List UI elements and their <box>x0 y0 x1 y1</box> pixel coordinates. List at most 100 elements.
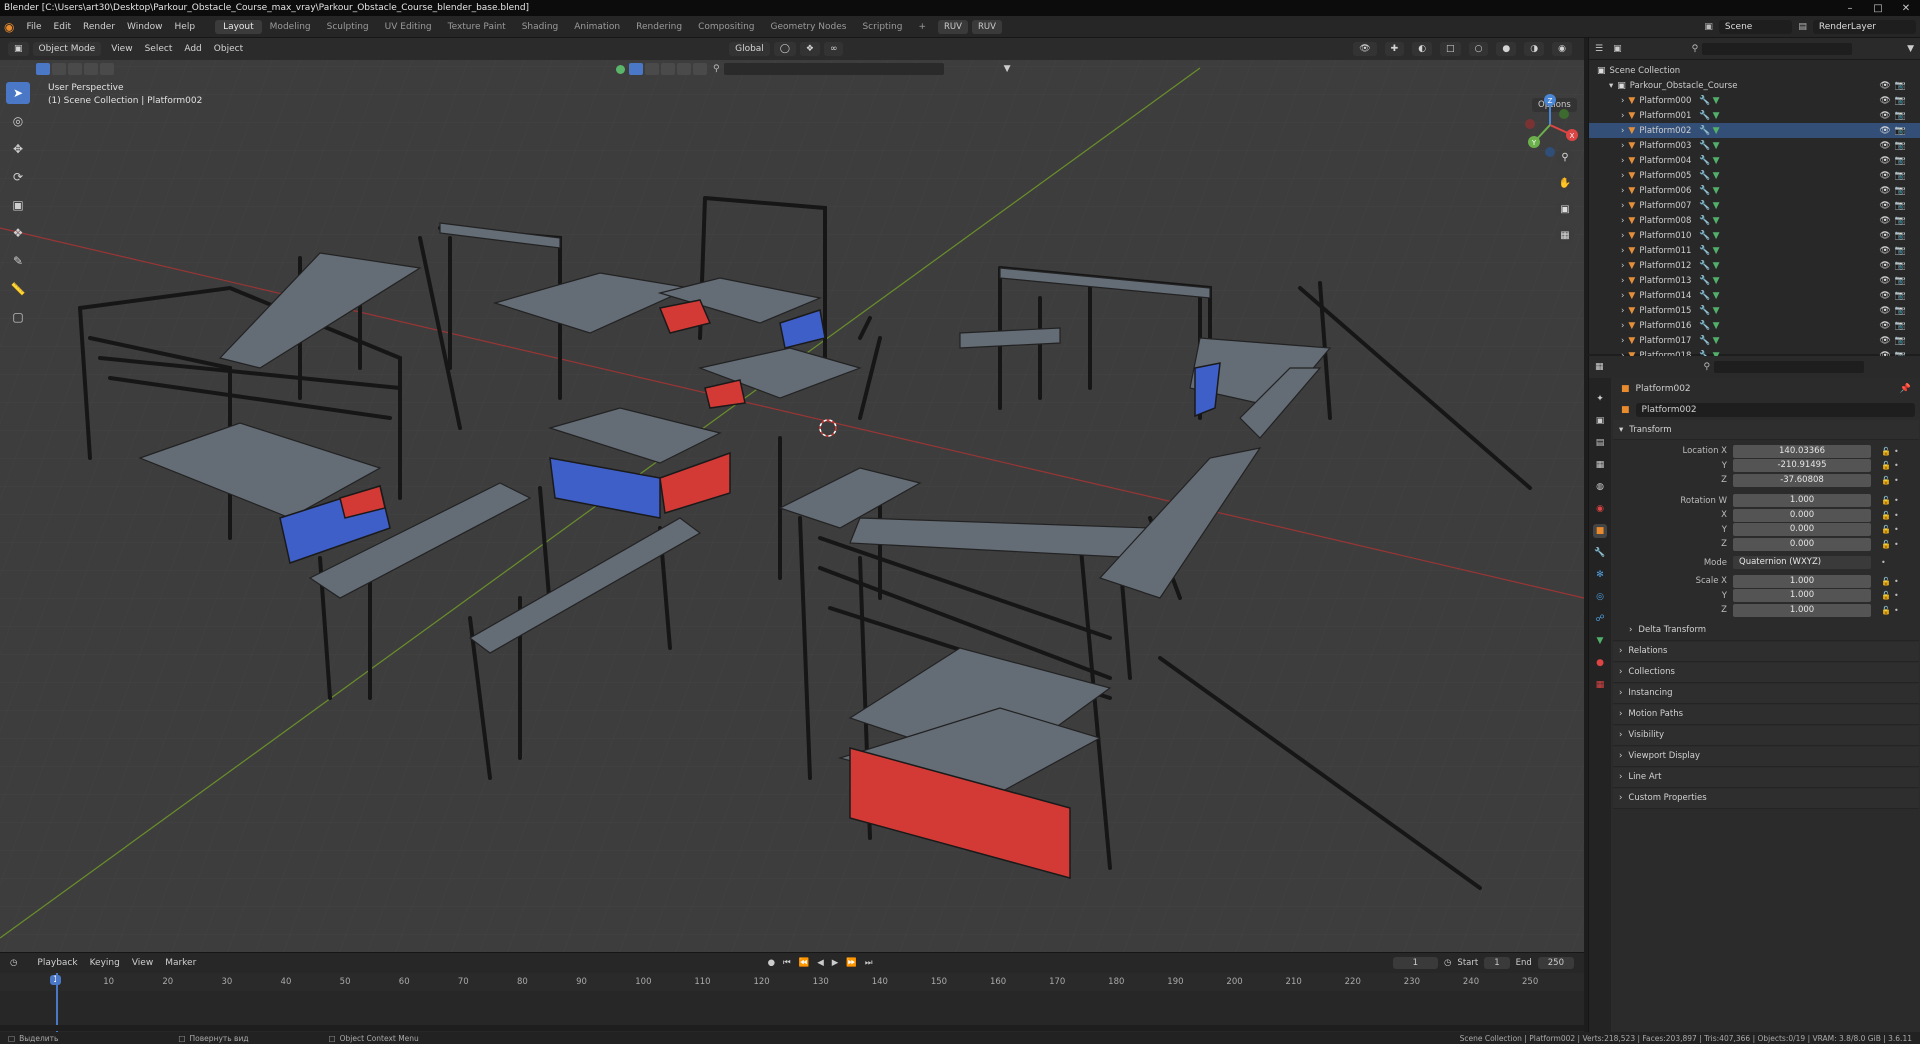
modifier-icon[interactable]: 🔧 <box>1699 156 1710 166</box>
modifier-icon[interactable]: 🔧 <box>1699 126 1710 136</box>
select-new-icon[interactable] <box>36 63 50 75</box>
modifier-icon[interactable]: 🔧 <box>1699 291 1710 301</box>
timeline-ruler[interactable]: 1102030405060708090100110120130140150160… <box>0 973 1584 991</box>
visibility-icons[interactable]: 👁📷 <box>1879 276 1910 286</box>
mesh-data-icon[interactable]: ▼ <box>1713 276 1720 286</box>
panel-motion-paths[interactable]: › Motion Paths <box>1613 704 1919 725</box>
workspace-tab-geometry-nodes[interactable]: Geometry Nodes <box>763 20 855 34</box>
measure-tool-icon[interactable]: 📏 <box>6 278 30 300</box>
visibility-icons[interactable]: 👁📷 <box>1879 126 1910 136</box>
rotation-mode-select[interactable]: Quaternion (WXYZ) <box>1733 556 1871 570</box>
lock-icon[interactable]: 🔓• <box>1881 591 1902 600</box>
modifier-icon[interactable]: 🔧 <box>1699 261 1710 271</box>
output-tab-icon[interactable]: ▤ <box>1593 436 1607 450</box>
panel-instancing[interactable]: › Instancing <box>1613 683 1919 704</box>
lock-icon[interactable]: 🔓• <box>1881 525 1902 534</box>
snap-icon[interactable]: ❖ <box>799 42 820 56</box>
viewport-search-icon[interactable]: ⚲ <box>713 64 720 74</box>
filter-mesh-icon[interactable] <box>629 63 643 75</box>
lock-icon[interactable]: 🔓• <box>1881 461 1902 470</box>
outliner-item[interactable]: › ▼ Platform007 🔧 ▼ 👁📷 <box>1589 198 1920 213</box>
maximize-icon[interactable]: □ <box>1864 3 1892 14</box>
render-tab-icon[interactable]: ▣ <box>1593 414 1607 428</box>
location-z-field[interactable]: -37.60808 <box>1733 473 1871 487</box>
panel-collections[interactable]: › Collections <box>1613 662 1919 683</box>
record-icon[interactable]: ● <box>768 958 775 968</box>
mesh-data-icon[interactable]: ▼ <box>1713 201 1720 211</box>
annotate-tool-icon[interactable]: ✎ <box>6 250 30 272</box>
select-invert-icon[interactable] <box>84 63 98 75</box>
filter-other-icon[interactable] <box>693 63 707 75</box>
viewport-scene[interactable] <box>0 38 1584 952</box>
workspace-tab-modeling[interactable]: Modeling <box>262 20 319 34</box>
mesh-data-icon[interactable]: ▼ <box>1713 171 1720 181</box>
select-subtract-icon[interactable] <box>68 63 82 75</box>
shading-rendered-icon[interactable]: ◉ <box>1552 42 1572 56</box>
expand-chevron-icon[interactable]: › <box>1621 216 1624 226</box>
outliner-item[interactable]: › ▼ Platform011 🔧 ▼ 👁📷 <box>1589 243 1920 258</box>
proportional-icon[interactable]: ∞ <box>823 42 844 56</box>
play-icon[interactable]: ▶ <box>832 958 839 968</box>
visibility-icons[interactable]: 👁📷 <box>1879 81 1910 91</box>
visibility-icons[interactable]: 👁📷 <box>1879 261 1910 271</box>
expand-chevron-icon[interactable]: › <box>1621 96 1624 106</box>
mesh-data-icon[interactable]: ▼ <box>1713 111 1720 121</box>
object-tab-icon[interactable]: ■ <box>1593 524 1607 538</box>
properties-search-icon[interactable]: ⚲ <box>1704 362 1711 372</box>
panel-line-art[interactable]: › Line Art <box>1613 767 1919 788</box>
visibility-icons[interactable]: 👁📷 <box>1879 306 1910 316</box>
visibility-icons[interactable]: 👁📷 <box>1879 141 1910 151</box>
constraints-tab-icon[interactable]: ☍ <box>1593 612 1607 626</box>
menu-render[interactable]: Render <box>77 22 121 32</box>
scene-tab-icon[interactable]: ◍ <box>1593 480 1607 494</box>
visibility-icons[interactable]: 👁📷 <box>1879 96 1910 106</box>
select-tool-icon[interactable]: ➤ <box>6 82 30 104</box>
outliner-item[interactable]: › ▼ Platform013 🔧 ▼ 👁📷 <box>1589 273 1920 288</box>
texture-tab-icon[interactable]: ▦ <box>1593 678 1607 692</box>
expand-chevron-icon[interactable]: › <box>1621 231 1624 241</box>
world-tab-icon[interactable]: ◉ <box>1593 502 1607 516</box>
object-name-field[interactable]: Platform002 <box>1635 403 1915 417</box>
minimize-icon[interactable]: – <box>1836 3 1864 14</box>
outliner-item[interactable]: › ▼ Platform002 🔧 ▼ 👁📷 <box>1589 123 1920 138</box>
expand-chevron-icon[interactable]: › <box>1621 321 1624 331</box>
visibility-icon[interactable]: 👁 <box>1353 42 1377 56</box>
clock-icon[interactable]: ◷ <box>1444 958 1451 968</box>
filter-light-icon[interactable] <box>661 63 675 75</box>
panel-relations[interactable]: › Relations <box>1613 641 1919 662</box>
outliner-item[interactable]: › ▼ Platform005 🔧 ▼ 👁📷 <box>1589 168 1920 183</box>
location-y-field[interactable]: -210.91495 <box>1733 459 1871 473</box>
outliner-item[interactable]: › ▼ Platform010 🔧 ▼ 👁📷 <box>1589 228 1920 243</box>
visibility-icons[interactable]: 👁📷 <box>1879 201 1910 211</box>
view-layer-tab-icon[interactable]: ▦ <box>1593 458 1607 472</box>
menu-file[interactable]: File <box>20 22 47 32</box>
lock-icon[interactable]: 🔓• <box>1881 606 1902 615</box>
modifier-icon[interactable]: 🔧 <box>1699 111 1710 121</box>
material-tab-icon[interactable]: ● <box>1593 656 1607 670</box>
mesh-data-icon[interactable]: ▼ <box>1713 141 1720 151</box>
visibility-icons[interactable]: 👁📷 <box>1879 336 1910 346</box>
outliner-search-field[interactable] <box>1702 42 1853 55</box>
shading-material-icon[interactable]: ◑ <box>1524 42 1545 56</box>
workspace-tab-animation[interactable]: Animation <box>566 20 628 34</box>
mode-selector[interactable]: Object Mode <box>32 42 102 56</box>
camera-view-icon[interactable]: ▣ <box>1556 200 1574 218</box>
rotate-tool-icon[interactable]: ⟳ <box>6 166 30 188</box>
visibility-icons[interactable]: 👁📷 <box>1879 186 1910 196</box>
panel-visibility[interactable]: › Visibility <box>1613 725 1919 746</box>
filter-empty-icon[interactable] <box>677 63 691 75</box>
outliner-item[interactable]: › ▼ Platform017 🔧 ▼ 👁📷 <box>1589 333 1920 348</box>
editor-type-icon[interactable]: ▣ <box>8 42 29 56</box>
xray-icon[interactable]: □ <box>1440 42 1461 56</box>
menu-playback[interactable]: Playback <box>31 958 83 968</box>
transform-orientation[interactable]: Global <box>729 42 770 56</box>
outliner-display-icon[interactable]: ▣ <box>1613 44 1622 54</box>
transform-panel-header[interactable]: ▾ Transform <box>1613 420 1919 440</box>
pan-hand-icon[interactable]: ✋ <box>1556 174 1574 192</box>
pin-icon[interactable]: 📌 <box>1900 384 1911 394</box>
prev-key-icon[interactable]: ⏪ <box>799 958 810 968</box>
data-tab-icon[interactable]: ▼ <box>1593 634 1607 648</box>
close-icon[interactable]: ✕ <box>1892 3 1920 14</box>
rotation-y-field[interactable]: 0.000 <box>1733 523 1871 537</box>
modifier-icon[interactable]: 🔧 <box>1699 276 1710 286</box>
